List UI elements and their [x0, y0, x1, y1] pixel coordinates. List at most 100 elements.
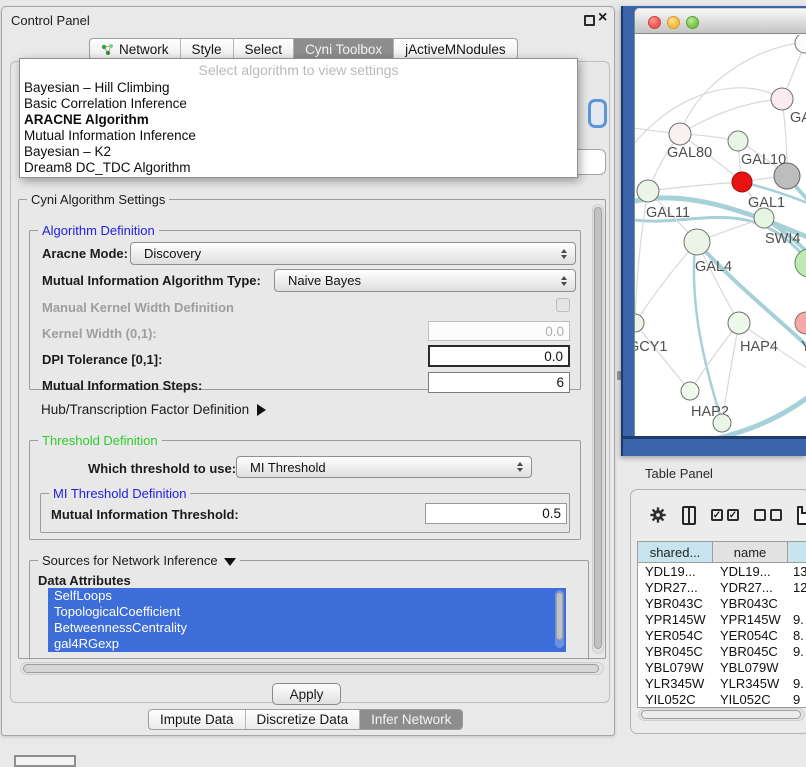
inference-algorithm-combo-partial[interactable]	[588, 99, 607, 128]
network-node[interactable]	[684, 229, 710, 255]
table-row[interactable]: YDL19... YDL19... 13	[638, 563, 806, 579]
column-header-partial[interactable]	[788, 542, 806, 562]
network-edge[interactable]	[648, 182, 742, 191]
settings-vertical-scrollbar-thumb[interactable]	[594, 207, 602, 649]
network-canvas[interactable]: GAL7GAL80GAL10GAL1GAL11SWI4GAL4GCY1HAP4Y…	[635, 35, 806, 436]
collapse-down-icon	[224, 558, 236, 566]
network-node[interactable]	[635, 314, 644, 332]
algorithm-option[interactable]: Basic Correlation Inference	[20, 96, 577, 112]
network-node[interactable]	[754, 208, 774, 228]
algorithm-option[interactable]: Dream8 DC_TDC Algorithm	[20, 160, 577, 176]
tab-network[interactable]: Network	[90, 39, 181, 59]
table-row[interactable]: YBR043C YBR043C	[638, 595, 806, 611]
table-row[interactable]: YDR27... YDR27... 12	[638, 579, 806, 595]
network-edge[interactable]	[635, 88, 782, 153]
network-node[interactable]	[681, 382, 699, 400]
tab-cyni-toolbox[interactable]: Cyni Toolbox	[294, 39, 394, 59]
network-edge[interactable]	[697, 242, 739, 323]
network-node-label: GAL7	[790, 110, 806, 126]
mac-close-icon[interactable]	[648, 16, 661, 29]
control-panel-window: Control Panel × Network Style Select Cyn…	[1, 6, 615, 736]
dpi-tolerance-field[interactable]: 0.0	[428, 345, 570, 367]
table-row[interactable]: YER054C YER054C 8.	[638, 627, 806, 643]
algorithm-option[interactable]: Mutual Information Inference	[20, 128, 577, 144]
network-edge[interactable]	[635, 323, 690, 391]
network-node[interactable]	[795, 249, 806, 277]
network-node[interactable]	[795, 35, 806, 53]
settings-horizontal-scrollbar[interactable]	[20, 662, 604, 675]
select-all-columns-icon[interactable]: ✓✓	[711, 509, 739, 521]
hub-transcription-section[interactable]: Hub/Transcription Factor Definition	[41, 402, 266, 417]
data-attributes-list[interactable]: SelfLoops TopologicalCoefficient Between…	[48, 588, 566, 652]
mac-minimize-icon[interactable]	[667, 16, 680, 29]
mac-zoom-icon[interactable]	[686, 16, 699, 29]
network-edge[interactable]	[635, 242, 697, 323]
column-header-name[interactable]: name	[713, 542, 788, 562]
algorithm-option[interactable]: Bayesian – Hill Climbing	[20, 80, 577, 96]
table-horizontal-scrollbar[interactable]	[638, 708, 805, 721]
network-node-label: SWI4	[765, 231, 800, 247]
tab-jactivemnodules[interactable]: jActiveMNodules	[394, 39, 517, 59]
attribute-item[interactable]: BetweennessCentrality	[48, 620, 566, 636]
network-node[interactable]	[774, 163, 800, 189]
manual-kernel-width-checkbox[interactable]	[556, 298, 570, 312]
expand-right-icon	[257, 404, 266, 416]
float-window-button[interactable]	[584, 15, 595, 26]
network-node[interactable]	[771, 88, 793, 110]
split-columns-icon[interactable]	[682, 506, 696, 525]
algorithm-definition-label: Algorithm Definition	[38, 223, 159, 238]
table-row[interactable]: YLR345W YLR345W 9.	[638, 675, 806, 691]
network-titlebar[interactable]	[635, 8, 806, 34]
attributes-scrollbar[interactable]	[555, 590, 564, 648]
tab-select[interactable]: Select	[234, 39, 295, 59]
apply-button[interactable]: Apply	[272, 683, 341, 705]
which-threshold-combo[interactable]: MI Threshold	[236, 456, 532, 478]
algorithm-option[interactable]: Bayesian – K2	[20, 144, 577, 160]
tab-infer-network[interactable]: Infer Network	[360, 710, 462, 729]
table-row[interactable]: YIL052C YIL052C 9	[638, 691, 806, 707]
cyni-algorithm-settings-label: Cyni Algorithm Settings	[27, 192, 169, 207]
mi-algorithm-type-combo[interactable]: Naive Bayes	[274, 269, 576, 292]
network-node[interactable]	[732, 172, 752, 192]
mi-threshold-field[interactable]: 0.5	[425, 503, 567, 524]
export-table-icon[interactable]	[797, 506, 806, 525]
tab-network-label: Network	[119, 42, 169, 57]
settings-horizontal-scrollbar-thumb[interactable]	[23, 664, 599, 673]
table-horizontal-scrollbar-thumb[interactable]	[641, 710, 801, 719]
combo-spinner-icon	[561, 249, 567, 259]
attribute-item[interactable]: TopologicalCoefficient	[48, 604, 566, 620]
network-node-label: GAL11	[646, 205, 690, 221]
tab-impute-data[interactable]: Impute Data	[149, 710, 246, 729]
network-node[interactable]	[728, 131, 748, 151]
network-node[interactable]	[669, 123, 691, 145]
tab-style[interactable]: Style	[181, 39, 234, 59]
table-row[interactable]: YPR145W YPR145W 9.	[638, 611, 806, 627]
network-edge[interactable]	[690, 323, 739, 391]
algorithm-option[interactable]: ARACNE Algorithm	[20, 112, 577, 128]
attribute-item[interactable]: gal4RGexp	[48, 636, 566, 652]
tab-discretize-data[interactable]: Discretize Data	[246, 710, 361, 729]
control-panel-title: Control Panel	[11, 13, 90, 28]
attribute-item[interactable]: SelfLoops	[48, 588, 566, 604]
table-row[interactable]: YBL079W YBL079W	[638, 659, 806, 675]
table-row[interactable]: YBR045C YBR045C 9.	[638, 643, 806, 659]
column-header-shared-name[interactable]: shared...	[638, 542, 713, 562]
network-node[interactable]	[713, 414, 731, 432]
network-node[interactable]	[728, 312, 750, 334]
attributes-scrollbar-thumb[interactable]	[556, 592, 563, 640]
deselect-all-columns-icon[interactable]	[754, 509, 782, 521]
kernel-width-field[interactable]: 0.0	[428, 321, 570, 341]
network-node[interactable]	[795, 312, 806, 334]
network-graph[interactable]: GAL7GAL80GAL10GAL1GAL11SWI4GAL4GCY1HAP4Y…	[635, 35, 806, 436]
sources-label[interactable]: Sources for Network Inference	[38, 553, 240, 568]
mi-steps-field[interactable]: 6	[428, 372, 570, 393]
aracne-mode-combo[interactable]: Discovery	[130, 242, 576, 265]
network-node[interactable]	[637, 180, 659, 202]
settings-vertical-scrollbar[interactable]	[592, 204, 604, 654]
network-node-label: HAP4	[740, 339, 778, 355]
sources-group: Sources for Network Inference Data Attri…	[29, 560, 589, 660]
network-view-window: GAL7GAL80GAL10GAL1GAL11SWI4GAL4GCY1HAP4Y…	[621, 6, 806, 456]
minimized-window-stub[interactable]	[14, 755, 76, 767]
close-window-button[interactable]: ×	[598, 9, 607, 27]
gear-icon[interactable]	[649, 506, 667, 524]
